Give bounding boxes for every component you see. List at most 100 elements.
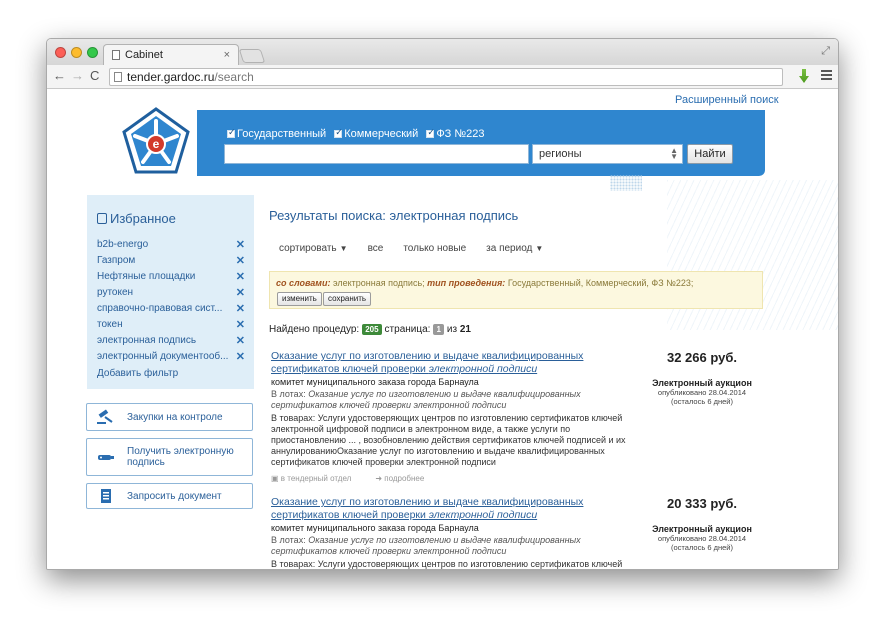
svg-text:e: e: [153, 137, 160, 151]
result-title-link[interactable]: Оказание услуг по изготовлению и выдаче …: [271, 350, 641, 376]
checkbox-icon[interactable]: [334, 127, 343, 138]
document-request-icon: [97, 488, 115, 504]
result-actions: ▣ в тендерный отдел ➜ подробнее: [271, 473, 641, 484]
total-pages[interactable]: 21: [460, 324, 471, 335]
add-filter-link[interactable]: Добавить фильтр: [97, 368, 178, 379]
result-lots: В лотах: Оказание услуг по изготовлению …: [271, 389, 581, 410]
auction-type: Электронный аукцион: [652, 524, 752, 534]
checkbox-commercial[interactable]: Коммерческий: [334, 127, 418, 140]
result-price: 32 266 руб.: [666, 350, 737, 365]
remove-icon[interactable]: ✕: [236, 334, 245, 347]
favorites-title: Избранное: [97, 211, 176, 226]
new-tab-button[interactable]: [238, 49, 266, 63]
published-date: опубликовано 28.04.2014: [657, 534, 747, 543]
favorite-item[interactable]: справочно-правовая сист... ✕: [97, 300, 245, 316]
checkbox-state[interactable]: Государственный: [227, 127, 326, 140]
maximize-window-button[interactable]: [87, 47, 98, 58]
page-icon: [114, 72, 122, 82]
result-organization: комитет муниципального заказа города Бар…: [271, 523, 479, 533]
days-remaining: (осталось 6 дней): [671, 543, 733, 552]
remove-icon[interactable]: ✕: [236, 238, 245, 251]
checkbox-fz223[interactable]: ФЗ №223: [426, 127, 485, 140]
find-button[interactable]: Найти: [687, 144, 733, 164]
fullscreen-icon[interactable]: ⤢: [821, 45, 830, 58]
gavel-icon: [97, 409, 115, 425]
site-logo[interactable]: e: [121, 107, 191, 177]
to-department-link[interactable]: ▣ в тендерный отдел: [271, 473, 351, 484]
favorite-item[interactable]: токен ✕: [97, 316, 245, 332]
details-link[interactable]: ➜ подробнее: [375, 473, 424, 484]
select-arrows-icon: ▲ ▼: [670, 146, 678, 161]
filter-all[interactable]: все: [368, 243, 384, 254]
favorite-item[interactable]: b2b-energo ✕: [97, 236, 245, 252]
active-filter-box: со словами: электронная подпись; тип про…: [269, 271, 763, 309]
result-price: 20 333 руб.: [666, 496, 737, 511]
advanced-search-link[interactable]: Расширенный поиск: [675, 94, 779, 106]
period-dropdown[interactable]: за период ▼: [486, 243, 543, 254]
favorites-panel: Избранное b2b-energo ✕ Газпром ✕ Нефтяные …: [87, 195, 254, 389]
document-icon: [112, 50, 120, 60]
url-host: tender.gardoc.ru: [127, 70, 215, 84]
checkbox-icon[interactable]: [426, 127, 435, 138]
days-remaining: (осталось 6 дней): [671, 397, 733, 406]
close-icon[interactable]: ×: [224, 49, 230, 61]
filter-summary: со словами: электронная подпись; тип про…: [276, 278, 694, 288]
forward-button[interactable]: →: [71, 68, 84, 83]
usb-token-icon: [97, 449, 115, 465]
browser-tab[interactable]: Cabinet ×: [103, 44, 239, 65]
remove-icon[interactable]: ✕: [236, 350, 245, 363]
favorite-item[interactable]: рутокен ✕: [97, 284, 245, 300]
save-filter-button[interactable]: сохранить: [323, 292, 372, 306]
remove-icon[interactable]: ✕: [236, 270, 245, 283]
request-document-button[interactable]: Запросить документ: [86, 483, 253, 509]
remove-icon[interactable]: ✕: [236, 302, 245, 315]
get-signature-button[interactable]: Получить электронную подпись: [86, 438, 253, 476]
favorite-item[interactable]: Нефтяные площадки ✕: [97, 268, 245, 284]
result-title-link[interactable]: Оказание услуг по изготовлению и выдаче …: [271, 496, 641, 522]
result-price-block: 20 333 руб. Электронный аукцион опублико…: [637, 496, 767, 552]
remove-icon[interactable]: ✕: [236, 318, 245, 331]
result-organization: комитет муниципального заказа города Бар…: [271, 377, 479, 387]
found-count: Найдено процедур: 205 страница: 1 из 21: [269, 324, 471, 335]
edit-filter-button[interactable]: изменить: [277, 292, 322, 306]
procurement-type-filters: Государственный Коммерческий ФЗ №223: [227, 127, 485, 140]
published-date: опубликовано 28.04.2014: [657, 388, 747, 397]
remove-icon[interactable]: ✕: [236, 286, 245, 299]
remove-icon[interactable]: ✕: [236, 254, 245, 267]
decorative-dots: [610, 175, 642, 191]
sort-bar: сортировать ▼ все только новые за период ▼: [279, 243, 543, 254]
favorite-item[interactable]: Газпром ✕: [97, 252, 245, 268]
search-banner: [197, 110, 765, 176]
minimize-window-button[interactable]: [71, 47, 82, 58]
filter-new-only[interactable]: только новые: [403, 243, 466, 254]
result-lots: В лотах: Оказание услуг по изготовлению …: [271, 535, 581, 556]
address-bar[interactable]: tender.gardoc.ru/search: [109, 68, 783, 86]
favorite-item[interactable]: электронная подпись ✕: [97, 332, 245, 348]
page-badge[interactable]: 1: [433, 324, 444, 335]
count-badge: 205: [362, 324, 382, 335]
results-heading: Результаты поиска: электронная подпись: [269, 208, 519, 223]
auction-type: Электронный аукцион: [652, 378, 752, 388]
checkbox-icon[interactable]: [227, 127, 236, 138]
reload-button[interactable]: C: [90, 68, 99, 83]
chevron-down-icon: ▼: [535, 244, 544, 253]
window-controls: [55, 47, 98, 58]
back-button[interactable]: ←: [53, 68, 66, 83]
regions-select[interactable]: регионы ▲ ▼: [532, 144, 683, 164]
favorites-list: b2b-energo ✕ Газпром ✕ Нефтяные площадки ✕ …: [97, 236, 245, 364]
chevron-down-icon: ▼: [339, 244, 348, 253]
result-goods: В товарах: Услуги удостоверяющих центров…: [271, 413, 626, 467]
close-window-button[interactable]: [55, 47, 66, 58]
thumbs-up-icon: [97, 213, 107, 224]
download-arrow-icon[interactable]: [799, 69, 809, 83]
browser-window: Cabinet × ⤢ ← → C tender.gardoc.ru/searc…: [46, 38, 839, 570]
url-path: /search: [214, 70, 254, 84]
search-input[interactable]: [224, 144, 529, 164]
favorite-item[interactable]: электронный документооб... ✕: [97, 348, 245, 364]
sort-dropdown[interactable]: сортировать ▼: [279, 243, 348, 254]
tab-strip: Cabinet × ⤢: [47, 39, 838, 65]
result-item: Оказание услуг по изготовлению и выдаче …: [271, 496, 641, 569]
monitored-purchases-button[interactable]: Закупки на контроле: [86, 403, 253, 431]
menu-icon[interactable]: [821, 70, 832, 82]
tab-title: Cabinet: [125, 49, 163, 61]
